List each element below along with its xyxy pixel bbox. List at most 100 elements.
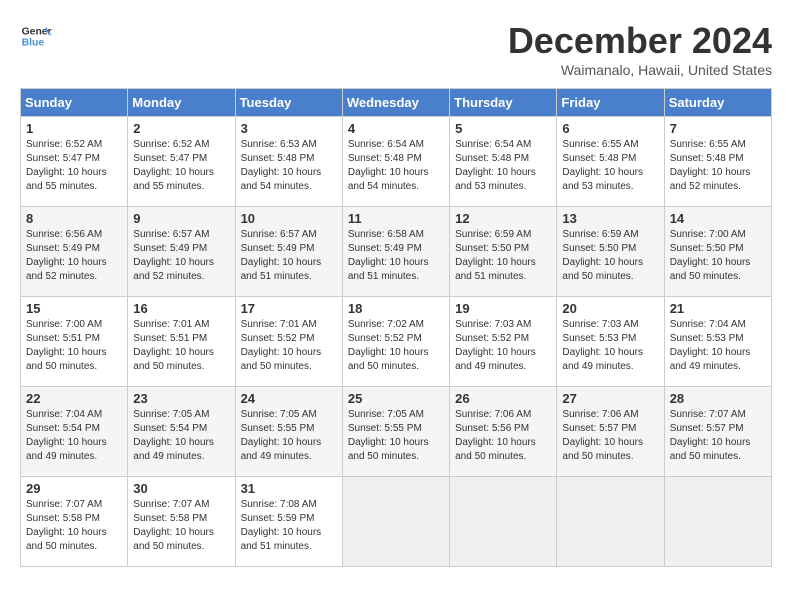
calendar-cell: 17Sunrise: 7:01 AM Sunset: 5:52 PM Dayli…	[235, 297, 342, 387]
day-info: Sunrise: 6:54 AM Sunset: 5:48 PM Dayligh…	[348, 138, 444, 194]
day-info: Sunrise: 6:57 AM Sunset: 5:49 PM Dayligh…	[133, 228, 229, 284]
logo: General Blue	[20, 20, 52, 52]
day-info: Sunrise: 7:02 AM Sunset: 5:52 PM Dayligh…	[348, 318, 444, 374]
calendar-cell: 10 Sunrise: 6:57 AM Sunset: 5:49 PM Dayli…	[235, 207, 342, 297]
day-info: Sunrise: 7:05 AM Sunset: 5:55 PM Dayligh…	[241, 408, 337, 464]
calendar-cell: 6 Sunrise: 6:55 AM Sunset: 5:48 PM Daylig…	[557, 117, 664, 207]
day-info: Sunrise: 6:57 AM Sunset: 5:49 PM Dayligh…	[241, 228, 337, 284]
day-number: 9	[133, 211, 229, 226]
day-info: Sunrise: 7:07 AM Sunset: 5:58 PM Dayligh…	[133, 498, 229, 554]
day-info: Sunrise: 7:07 AM Sunset: 5:57 PM Dayligh…	[670, 408, 766, 464]
calendar-cell: 15 Sunrise: 7:00 AM Sunset: 5:51 PM Dayli…	[21, 297, 128, 387]
day-number: 12	[455, 211, 551, 226]
calendar-cell: 31Sunrise: 7:08 AM Sunset: 5:59 PM Dayli…	[235, 477, 342, 567]
day-of-week-header: Monday	[128, 89, 235, 117]
day-info: Sunrise: 6:56 AM Sunset: 5:49 PM Dayligh…	[26, 228, 122, 284]
day-number: 7	[670, 121, 766, 136]
calendar-cell	[557, 477, 664, 567]
day-number: 16	[133, 301, 229, 316]
calendar-cell: 30Sunrise: 7:07 AM Sunset: 5:58 PM Dayli…	[128, 477, 235, 567]
calendar-cell: 16 Sunrise: 7:01 AM Sunset: 5:51 PM Dayli…	[128, 297, 235, 387]
day-number: 2	[133, 121, 229, 136]
day-info: Sunrise: 6:52 AM Sunset: 5:47 PM Dayligh…	[26, 138, 122, 194]
calendar: SundayMondayTuesdayWednesdayThursdayFrid…	[20, 88, 772, 567]
calendar-cell	[664, 477, 771, 567]
day-of-week-header: Friday	[557, 89, 664, 117]
day-info: Sunrise: 6:55 AM Sunset: 5:48 PM Dayligh…	[670, 138, 766, 194]
day-of-week-header: Wednesday	[342, 89, 449, 117]
day-of-week-header: Thursday	[450, 89, 557, 117]
day-of-week-header: Tuesday	[235, 89, 342, 117]
day-number: 25	[348, 391, 444, 406]
day-number: 22	[26, 391, 122, 406]
calendar-cell: 27 Sunrise: 7:06 AM Sunset: 5:57 PM Dayli…	[557, 387, 664, 477]
day-number: 14	[670, 211, 766, 226]
day-number: 27	[562, 391, 658, 406]
day-number: 10	[241, 211, 337, 226]
calendar-cell: 21 Sunrise: 7:04 AM Sunset: 5:53 PM Dayli…	[664, 297, 771, 387]
day-info: Sunrise: 7:05 AM Sunset: 5:54 PM Dayligh…	[133, 408, 229, 464]
day-number: 26	[455, 391, 551, 406]
day-info: Sunrise: 6:59 AM Sunset: 5:50 PM Dayligh…	[562, 228, 658, 284]
day-number: 15	[26, 301, 122, 316]
day-number: 8	[26, 211, 122, 226]
calendar-cell: 1Sunrise: 6:52 AM Sunset: 5:47 PM Daylig…	[21, 117, 128, 207]
calendar-cell: 25 Sunrise: 7:05 AM Sunset: 5:55 PM Dayli…	[342, 387, 449, 477]
day-info: Sunrise: 6:55 AM Sunset: 5:48 PM Dayligh…	[562, 138, 658, 194]
day-info: Sunrise: 7:07 AM Sunset: 5:58 PM Dayligh…	[26, 498, 122, 554]
calendar-cell: 13Sunrise: 6:59 AM Sunset: 5:50 PM Dayli…	[557, 207, 664, 297]
day-info: Sunrise: 7:00 AM Sunset: 5:50 PM Dayligh…	[670, 228, 766, 284]
day-info: Sunrise: 7:01 AM Sunset: 5:51 PM Dayligh…	[133, 318, 229, 374]
calendar-cell: 26 Sunrise: 7:06 AM Sunset: 5:56 PM Dayli…	[450, 387, 557, 477]
calendar-cell: 28 Sunrise: 7:07 AM Sunset: 5:57 PM Dayli…	[664, 387, 771, 477]
day-number: 3	[241, 121, 337, 136]
calendar-cell: 4 Sunrise: 6:54 AM Sunset: 5:48 PM Daylig…	[342, 117, 449, 207]
day-number: 21	[670, 301, 766, 316]
day-info: Sunrise: 6:52 AM Sunset: 5:47 PM Dayligh…	[133, 138, 229, 194]
day-info: Sunrise: 6:53 AM Sunset: 5:48 PM Dayligh…	[241, 138, 337, 194]
day-number: 24	[241, 391, 337, 406]
day-number: 20	[562, 301, 658, 316]
calendar-cell: 23 Sunrise: 7:05 AM Sunset: 5:54 PM Dayli…	[128, 387, 235, 477]
day-info: Sunrise: 7:04 AM Sunset: 5:54 PM Dayligh…	[26, 408, 122, 464]
calendar-cell: 7 Sunrise: 6:55 AM Sunset: 5:48 PM Daylig…	[664, 117, 771, 207]
calendar-cell: 29Sunrise: 7:07 AM Sunset: 5:58 PM Dayli…	[21, 477, 128, 567]
calendar-cell: 3 Sunrise: 6:53 AM Sunset: 5:48 PM Daylig…	[235, 117, 342, 207]
calendar-cell: 8 Sunrise: 6:56 AM Sunset: 5:49 PM Daylig…	[21, 207, 128, 297]
day-info: Sunrise: 7:06 AM Sunset: 5:56 PM Dayligh…	[455, 408, 551, 464]
day-number: 4	[348, 121, 444, 136]
day-number: 6	[562, 121, 658, 136]
logo-icon: General Blue	[20, 20, 52, 52]
day-number: 28	[670, 391, 766, 406]
calendar-cell: 22 Sunrise: 7:04 AM Sunset: 5:54 PM Dayli…	[21, 387, 128, 477]
location: Waimanalo, Hawaii, United States	[508, 62, 772, 78]
day-info: Sunrise: 7:05 AM Sunset: 5:55 PM Dayligh…	[348, 408, 444, 464]
day-info: Sunrise: 7:04 AM Sunset: 5:53 PM Dayligh…	[670, 318, 766, 374]
day-info: Sunrise: 7:01 AM Sunset: 5:52 PM Dayligh…	[241, 318, 337, 374]
title-block: December 2024 Waimanalo, Hawaii, United …	[508, 20, 772, 78]
day-info: Sunrise: 7:03 AM Sunset: 5:53 PM Dayligh…	[562, 318, 658, 374]
day-number: 23	[133, 391, 229, 406]
day-of-week-header: Sunday	[21, 89, 128, 117]
day-of-week-header: Saturday	[664, 89, 771, 117]
calendar-cell: 5Sunrise: 6:54 AM Sunset: 5:48 PM Daylig…	[450, 117, 557, 207]
day-number: 19	[455, 301, 551, 316]
calendar-cell: 19 Sunrise: 7:03 AM Sunset: 5:52 PM Dayli…	[450, 297, 557, 387]
calendar-cell: 18 Sunrise: 7:02 AM Sunset: 5:52 PM Dayli…	[342, 297, 449, 387]
calendar-cell: 2 Sunrise: 6:52 AM Sunset: 5:47 PM Daylig…	[128, 117, 235, 207]
day-info: Sunrise: 7:08 AM Sunset: 5:59 PM Dayligh…	[241, 498, 337, 554]
day-info: Sunrise: 7:00 AM Sunset: 5:51 PM Dayligh…	[26, 318, 122, 374]
day-number: 18	[348, 301, 444, 316]
day-info: Sunrise: 7:03 AM Sunset: 5:52 PM Dayligh…	[455, 318, 551, 374]
calendar-cell: 11 Sunrise: 6:58 AM Sunset: 5:49 PM Dayli…	[342, 207, 449, 297]
page-header: General Blue December 2024 Waimanalo, Ha…	[20, 20, 772, 78]
svg-text:Blue: Blue	[22, 38, 45, 49]
calendar-cell: 14 Sunrise: 7:00 AM Sunset: 5:50 PM Dayli…	[664, 207, 771, 297]
day-info: Sunrise: 7:06 AM Sunset: 5:57 PM Dayligh…	[562, 408, 658, 464]
day-info: Sunrise: 6:58 AM Sunset: 5:49 PM Dayligh…	[348, 228, 444, 284]
month-title: December 2024	[508, 20, 772, 62]
calendar-cell: 24 Sunrise: 7:05 AM Sunset: 5:55 PM Dayli…	[235, 387, 342, 477]
day-number: 11	[348, 211, 444, 226]
calendar-cell	[342, 477, 449, 567]
day-info: Sunrise: 6:59 AM Sunset: 5:50 PM Dayligh…	[455, 228, 551, 284]
